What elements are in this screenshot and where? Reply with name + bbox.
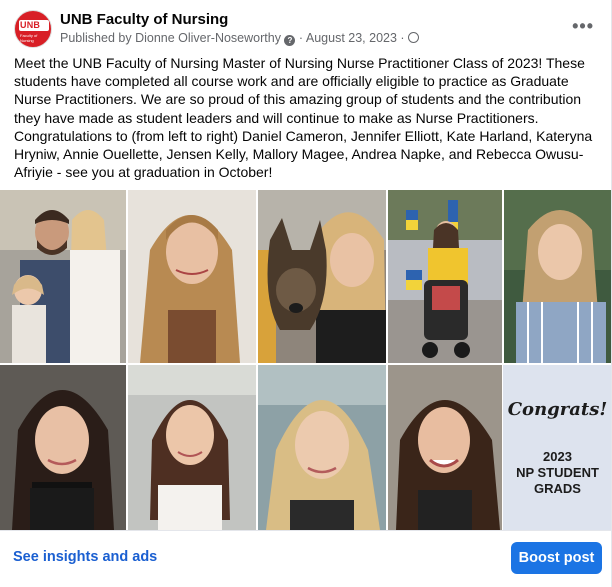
photo-woman-smiling-dark-hair[interactable] [388, 365, 502, 530]
meta-separator: · [400, 31, 405, 45]
question-circle-icon[interactable]: ? [284, 35, 296, 46]
published-prefix: Published by [60, 31, 132, 45]
photo-woman-blonde-outdoors[interactable] [258, 365, 386, 530]
congrats-line-grads: GRADS [534, 481, 581, 496]
photo-man-with-two-girls[interactable] [0, 190, 126, 363]
page-avatar[interactable]: UNB Faculty of Nursing [14, 10, 52, 48]
page-name-link[interactable]: UNB Faculty of Nursing [60, 11, 228, 28]
photo-woman-white-top[interactable] [128, 365, 256, 530]
congrats-grads-text: 2023 NP STUDENT GRADS [503, 449, 612, 497]
congrats-line-np: NP STUDENT [516, 465, 599, 480]
logo-text: UNB [20, 20, 41, 30]
post-text: Meet the UNB Faculty of Nursing Master o… [14, 55, 593, 181]
facebook-post: UNB Faculty of Nursing UNB Faculty of Nu… [0, 0, 612, 587]
post-footer: See insights and ads Boost post [0, 530, 612, 587]
photo-woman-striped-shirt[interactable] [504, 190, 612, 363]
meta-separator: · [298, 31, 304, 45]
congrats-line-year: 2023 [543, 449, 572, 464]
publisher-name[interactable]: Dionne Oliver-Noseworthy [135, 31, 281, 45]
photo-woman-blonde-curls[interactable] [128, 190, 256, 363]
post-meta: Published by Dionne Oliver-Noseworthy ? … [60, 31, 420, 46]
see-insights-link[interactable]: See insights and ads [13, 549, 157, 565]
photo-woman-with-stroller-flags[interactable] [388, 190, 502, 363]
logo-subtext: Faculty of Nursing [20, 33, 38, 43]
photo-woman-with-dog[interactable] [258, 190, 386, 363]
congrats-script: Congrats! [507, 399, 608, 420]
globe-icon[interactable] [408, 32, 420, 43]
photo-woman-dark-hair[interactable] [0, 365, 126, 530]
congrats-card[interactable]: Congrats! 2023 NP STUDENT GRADS [503, 365, 612, 530]
more-options-button[interactable]: ••• [572, 16, 594, 37]
boost-post-button[interactable]: Boost post [511, 542, 602, 574]
post-date-link[interactable]: August 23, 2023 [306, 31, 397, 45]
post-header: UNB Faculty of Nursing UNB Faculty of Nu… [14, 10, 598, 50]
